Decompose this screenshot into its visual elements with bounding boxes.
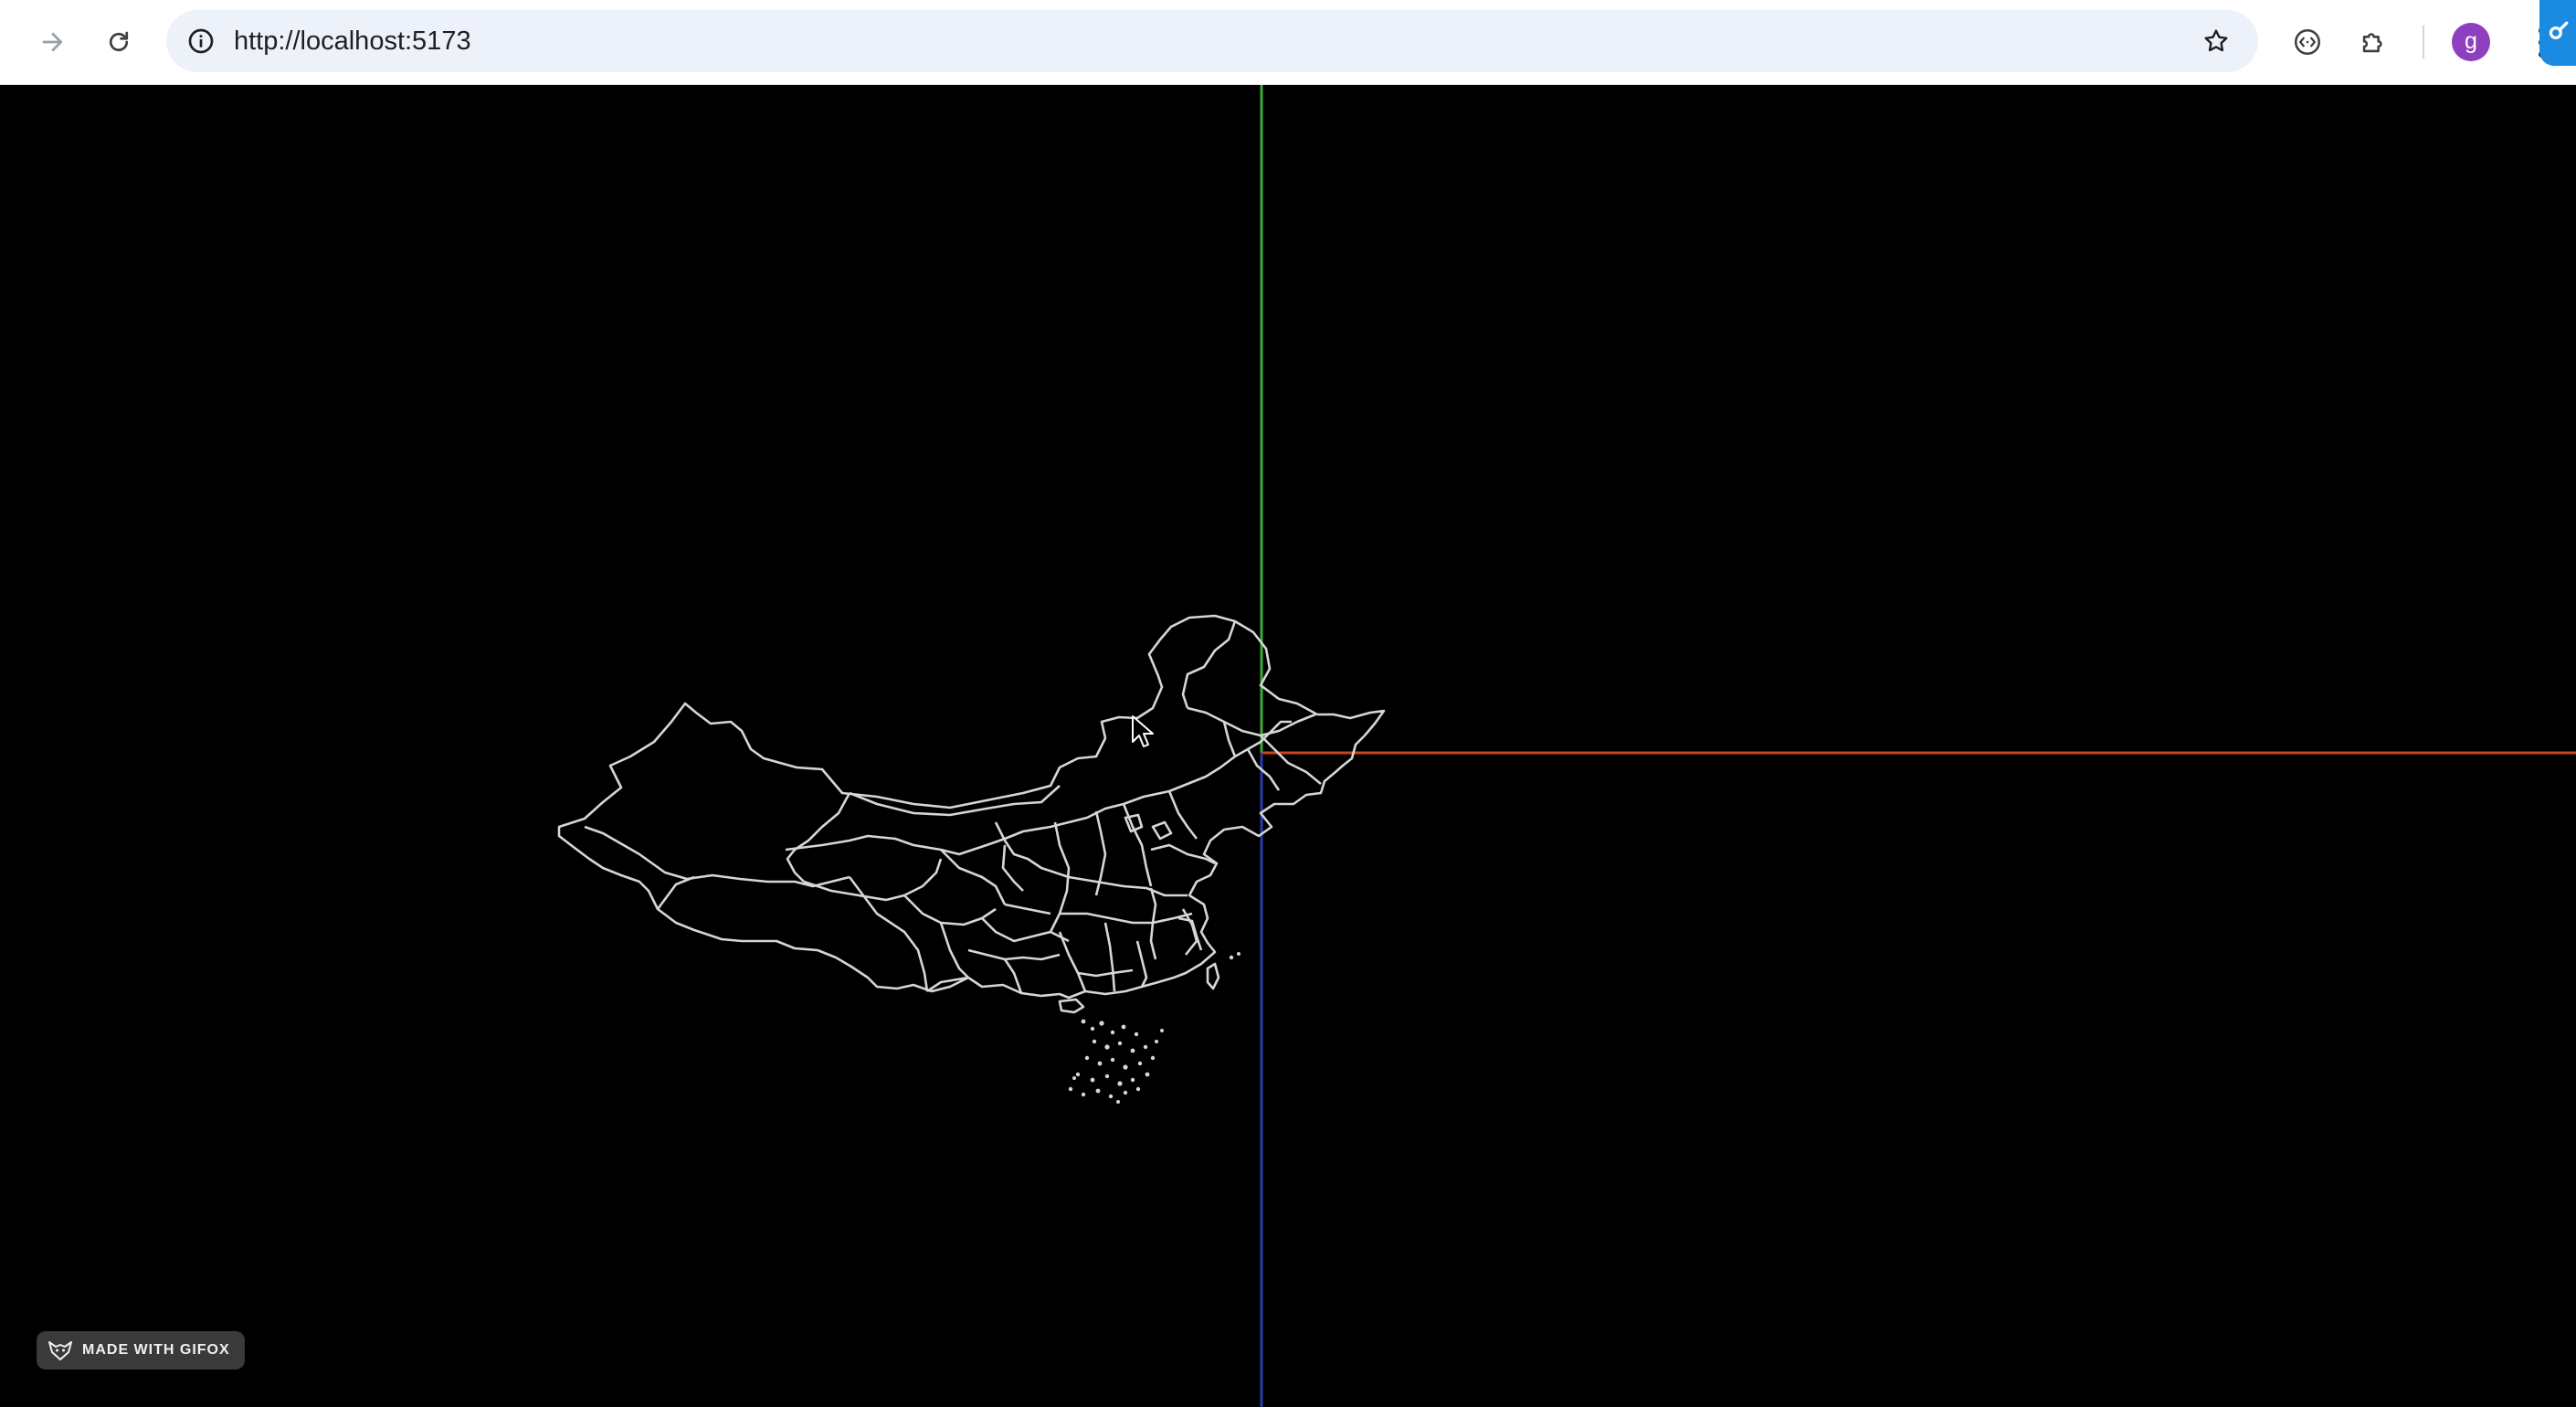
bookmark-button[interactable] — [2196, 21, 2236, 61]
bookmark-star-icon — [2204, 29, 2228, 52]
devtools-icon — [2294, 28, 2321, 56]
three-scene — [557, 85, 2576, 1407]
reload-button[interactable] — [95, 18, 143, 66]
profile-avatar[interactable]: g — [2452, 23, 2490, 61]
url-text[interactable]: http://localhost:5173 — [234, 10, 471, 72]
site-info-button[interactable] — [179, 19, 223, 63]
extension-tab-icon[interactable] — [2539, 0, 2576, 66]
webgl-canvas[interactable]: MADE WITH GIFOX — [0, 85, 2576, 1407]
site-info-icon — [188, 28, 214, 54]
toolbar-separator — [2423, 26, 2424, 58]
reload-icon — [109, 31, 129, 52]
browser-toolbar: http://localhost:5173 g — [0, 0, 2576, 85]
mouse-cursor — [1132, 715, 1154, 747]
extensions-button[interactable] — [2351, 20, 2395, 64]
devtools-button[interactable] — [2286, 20, 2329, 64]
address-bar[interactable]: http://localhost:5173 — [166, 10, 2258, 72]
watermark-label: MADE WITH GIFOX — [82, 1342, 230, 1358]
link-icon — [2549, 21, 2569, 40]
forward-arrow-icon — [42, 32, 63, 52]
fox-logo-icon — [48, 1341, 72, 1360]
gifox-watermark: MADE WITH GIFOX — [37, 1331, 245, 1370]
forward-button[interactable] — [29, 18, 77, 66]
extensions-puzzle-icon — [2362, 33, 2382, 53]
